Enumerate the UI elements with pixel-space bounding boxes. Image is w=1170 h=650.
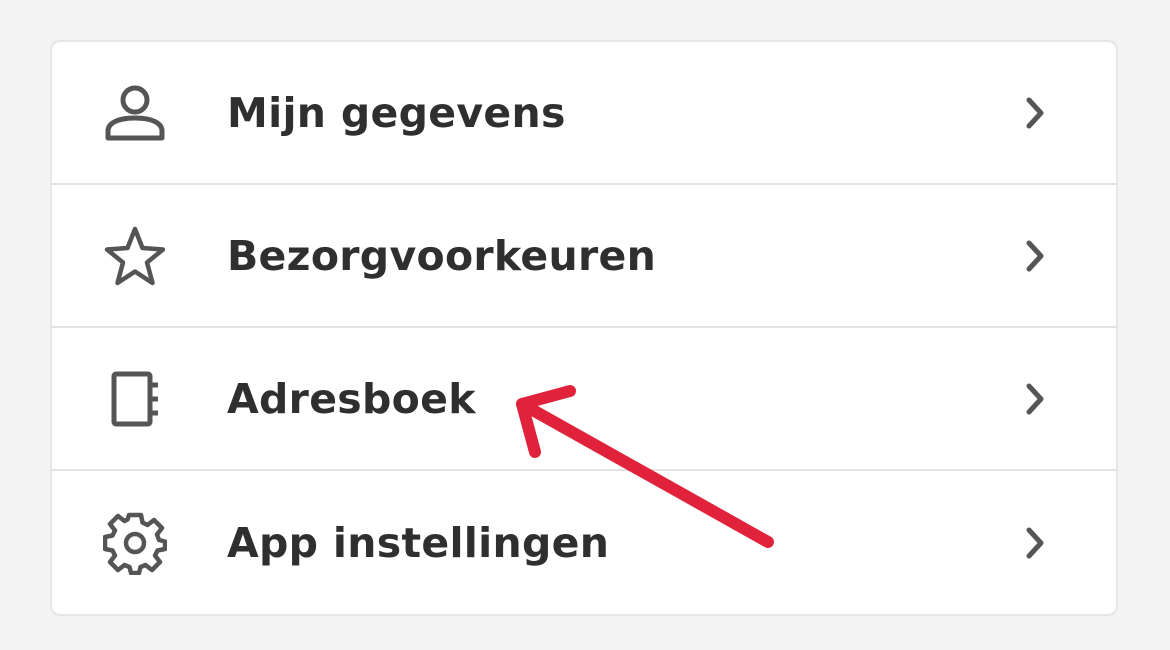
menu-item-label: Bezorgvoorkeuren [227, 231, 657, 280]
menu-item-label: Mijn gegevens [227, 88, 566, 137]
star-icon [102, 223, 168, 289]
menu-item-app-instellingen[interactable]: App instellingen [52, 471, 1116, 614]
gear-icon [102, 510, 168, 576]
chevron-right-icon [1022, 379, 1048, 419]
menu-item-bezorgvoorkeuren[interactable]: Bezorgvoorkeuren [52, 185, 1116, 328]
chevron-right-icon [1022, 93, 1048, 133]
menu-item-mijn-gegevens[interactable]: Mijn gegevens [52, 42, 1116, 185]
chevron-right-icon [1022, 523, 1048, 563]
menu-item-adresboek[interactable]: Adresboek [52, 328, 1116, 471]
menu-item-label: App instellingen [227, 518, 610, 567]
chevron-right-icon [1022, 236, 1048, 276]
address-book-icon [102, 366, 168, 432]
menu-item-label: Adresboek [227, 374, 476, 423]
account-menu-card: Mijn gegevens Bezorgvoorkeuren Adresboek… [50, 40, 1118, 616]
user-icon [102, 80, 168, 146]
